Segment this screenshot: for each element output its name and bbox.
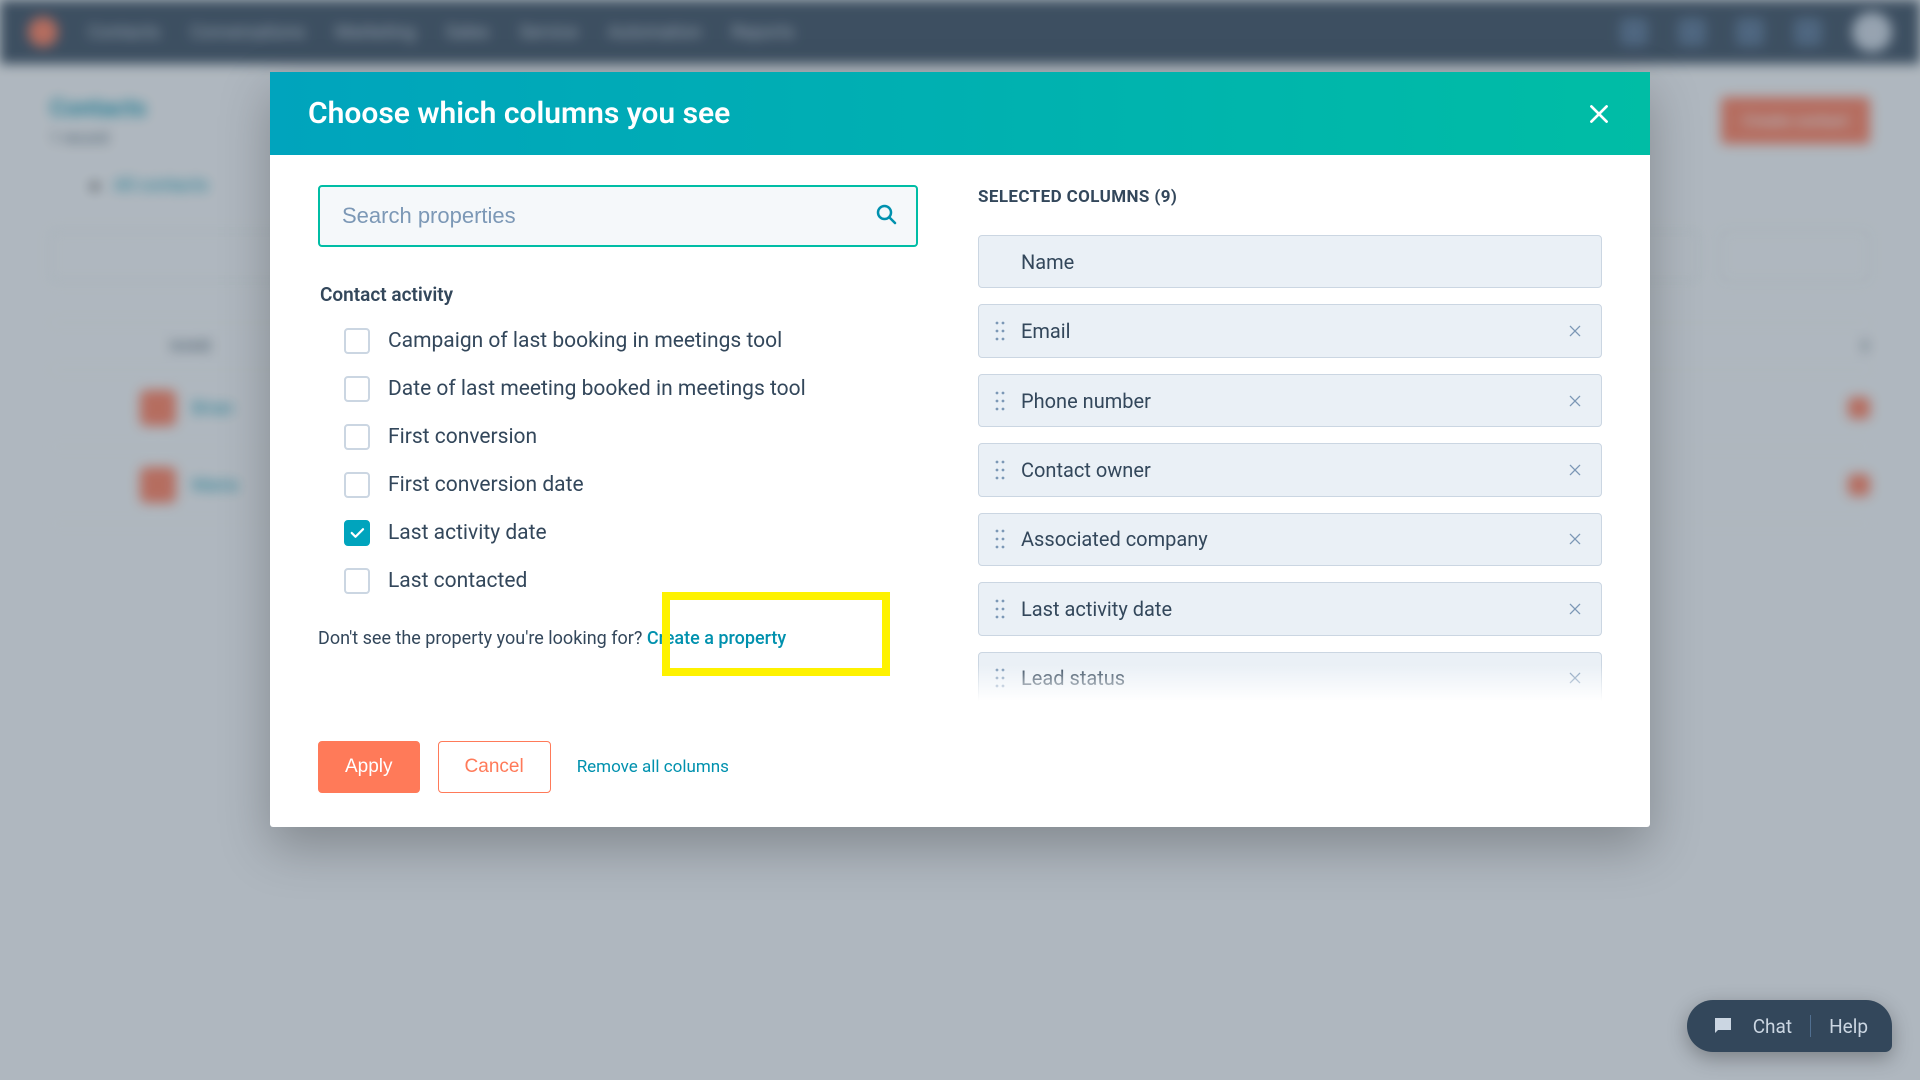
chat-help-widget[interactable]: Chat Help <box>1687 1000 1892 1052</box>
checkbox[interactable] <box>344 328 370 354</box>
remove-column-button[interactable] <box>1567 393 1583 409</box>
help-label: Help <box>1829 1015 1868 1038</box>
property-option[interactable]: First conversion <box>344 424 918 450</box>
drag-handle-icon[interactable] <box>993 457 1007 483</box>
drag-handle-icon[interactable] <box>993 388 1007 414</box>
remove-column-button[interactable] <box>1567 601 1583 617</box>
drag-handle-icon[interactable] <box>993 665 1007 691</box>
close-icon <box>1586 101 1612 127</box>
property-category: Contact activity <box>318 283 918 306</box>
create-property-link[interactable]: Create a property <box>647 628 786 649</box>
checkbox[interactable] <box>344 472 370 498</box>
selected-column-item[interactable]: Contact owner <box>978 443 1602 496</box>
remove-column-button[interactable] <box>1567 531 1583 547</box>
property-label: Campaign of last booking in meetings too… <box>388 329 782 353</box>
remove-column-button[interactable] <box>1567 462 1583 478</box>
property-option[interactable]: Campaign of last booking in meetings too… <box>344 328 918 354</box>
search-icon <box>874 202 898 230</box>
chat-icon <box>1711 1014 1735 1038</box>
property-option[interactable]: Last contacted <box>344 568 918 594</box>
remove-column-button[interactable] <box>1567 670 1583 686</box>
divider <box>1810 1015 1811 1037</box>
selected-column-label: Contact owner <box>1021 458 1567 482</box>
selected-column-item[interactable]: Lead status <box>978 652 1602 705</box>
drag-handle-icon[interactable] <box>993 596 1007 622</box>
checkbox[interactable] <box>344 376 370 402</box>
property-label: First conversion date <box>388 473 584 497</box>
property-option[interactable]: Date of last meeting booked in meetings … <box>344 376 918 402</box>
selected-column-item[interactable]: Associated company <box>978 513 1602 566</box>
search-properties-input[interactable] <box>318 185 918 247</box>
apply-button[interactable]: Apply <box>318 741 420 793</box>
property-label: Date of last meeting booked in meetings … <box>388 377 806 401</box>
available-properties-panel: Contact activity Campaign of last bookin… <box>318 185 918 705</box>
hint-text: Don't see the property you're looking fo… <box>318 628 647 649</box>
remove-column-button[interactable] <box>1567 323 1583 339</box>
checkbox[interactable] <box>344 424 370 450</box>
remove-all-columns-link[interactable]: Remove all columns <box>577 757 729 777</box>
cancel-button[interactable]: Cancel <box>438 741 551 793</box>
edit-columns-modal: Choose which columns you see Contact act… <box>270 72 1650 827</box>
selected-column-label: Last activity date <box>1021 597 1567 621</box>
selected-columns-panel: SELECTED COLUMNS (9) Name Email Phone numb… <box>978 185 1602 705</box>
property-option[interactable]: Last activity date <box>344 520 918 546</box>
close-button[interactable] <box>1586 101 1612 127</box>
selected-column-label: Associated company <box>1021 527 1567 551</box>
property-label: First conversion <box>388 425 537 449</box>
selected-column-item[interactable]: Last activity date <box>978 582 1602 635</box>
drag-handle-icon[interactable] <box>993 318 1007 344</box>
property-option[interactable]: First conversion date <box>344 472 918 498</box>
create-property-hint: Don't see the property you're looking fo… <box>318 628 918 649</box>
checkbox[interactable] <box>344 520 370 546</box>
selected-column-label: Name <box>1021 250 1567 274</box>
selected-column-item[interactable]: Phone number <box>978 374 1602 427</box>
modal-header: Choose which columns you see <box>270 72 1650 155</box>
selected-column-item[interactable]: Email <box>978 304 1602 357</box>
drag-handle-icon[interactable] <box>993 526 1007 552</box>
modal-title: Choose which columns you see <box>308 96 730 131</box>
selected-columns-heading: SELECTED COLUMNS (9) <box>978 187 1602 207</box>
selected-column-label: Phone number <box>1021 389 1567 413</box>
chat-label: Chat <box>1753 1015 1792 1038</box>
modal-footer: Apply Cancel Remove all columns <box>270 715 1650 827</box>
checkbox[interactable] <box>344 568 370 594</box>
selected-column-label: Lead status <box>1021 666 1567 690</box>
selected-column-label: Email <box>1021 319 1567 343</box>
property-label: Last activity date <box>388 521 547 545</box>
selected-column-item: Name <box>978 235 1602 288</box>
property-label: Last contacted <box>388 569 527 593</box>
